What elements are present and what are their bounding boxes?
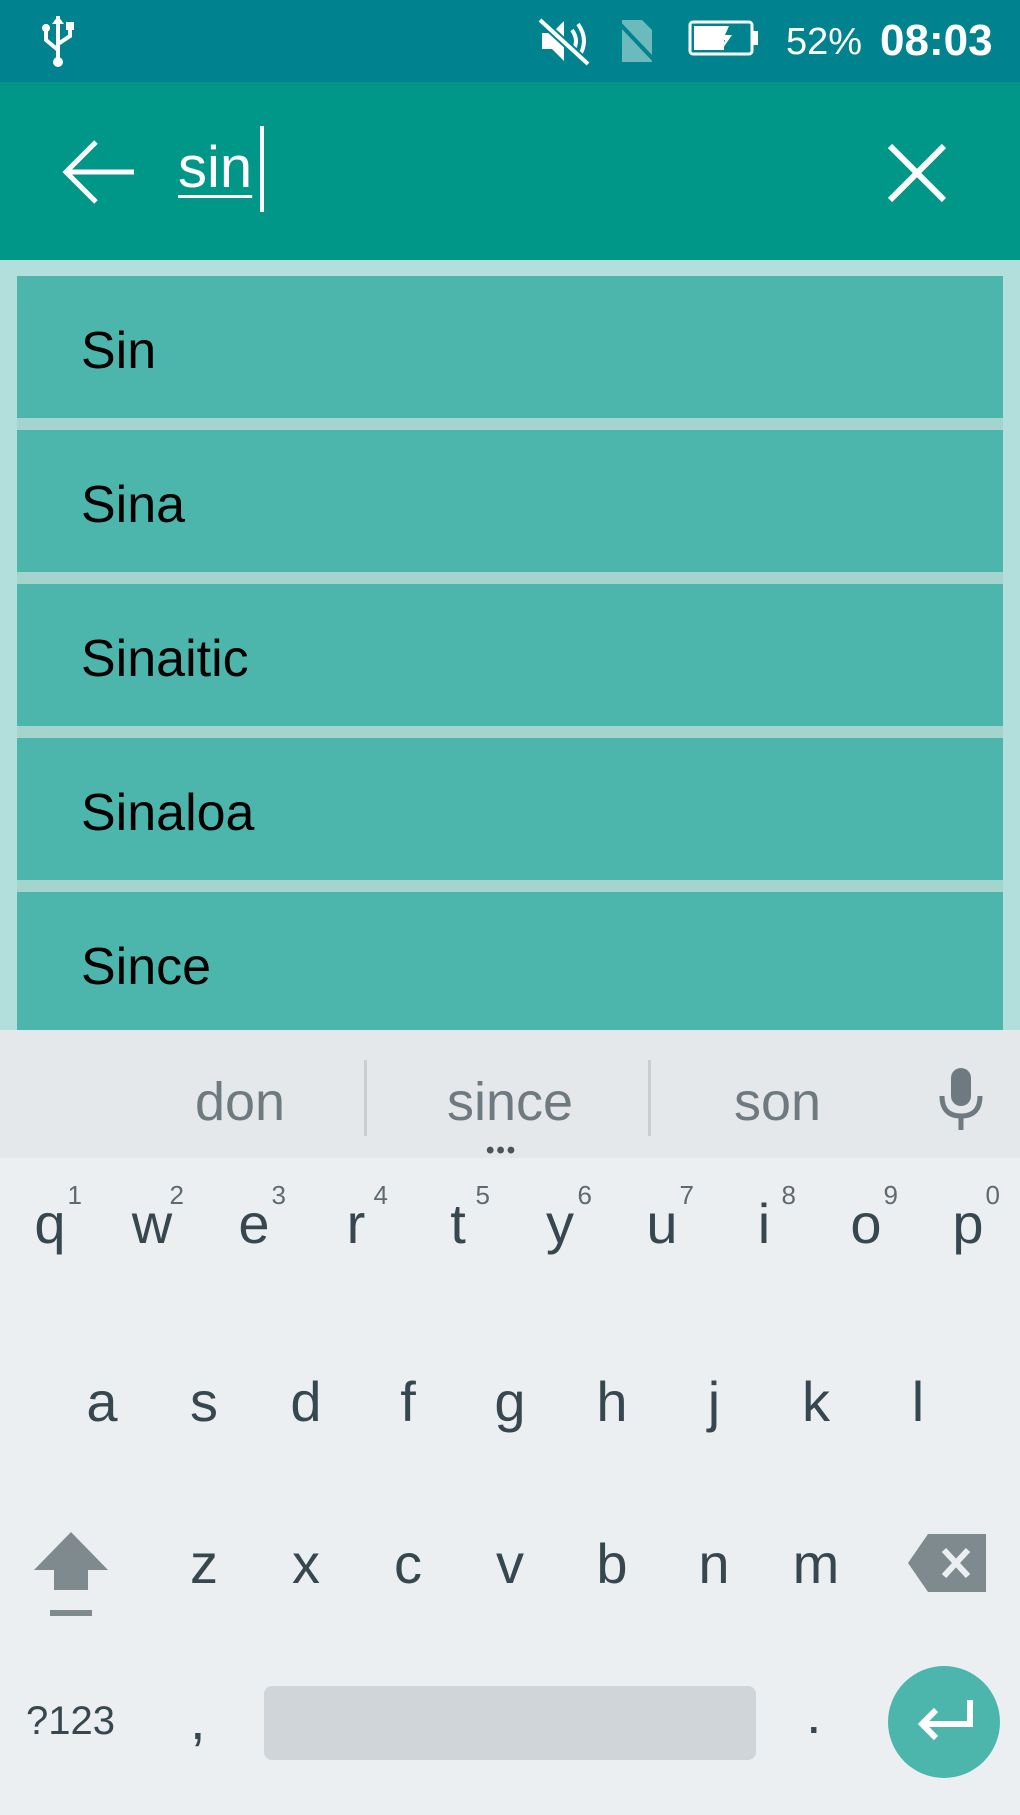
enter-key[interactable]	[888, 1666, 1000, 1778]
clock: 08:03	[880, 16, 993, 65]
usb-icon	[42, 16, 74, 67]
suggestion-word[interactable]: since	[410, 1070, 610, 1134]
list-item[interactable]: Sin	[17, 276, 1003, 418]
key-t[interactable]: 5t	[408, 1180, 508, 1330]
no-sim-icon	[616, 20, 656, 62]
divider	[17, 880, 1003, 892]
key-y[interactable]: 6y	[510, 1180, 610, 1330]
key-f[interactable]: f	[358, 1370, 458, 1520]
key-x[interactable]: x	[256, 1532, 356, 1682]
key-q[interactable]: 1q	[0, 1180, 100, 1330]
mic-icon[interactable]	[936, 1066, 986, 1132]
search-toolbar: sin	[0, 82, 1020, 260]
key-k[interactable]: k	[766, 1370, 866, 1520]
close-icon[interactable]	[878, 134, 956, 212]
key-o[interactable]: 9o	[816, 1180, 916, 1330]
list-item[interactable]: Sina	[17, 430, 1003, 572]
key-e[interactable]: 3e	[204, 1180, 304, 1330]
list-item-label: Sin	[81, 322, 157, 380]
text-cursor	[260, 126, 264, 212]
backspace-icon[interactable]	[906, 1530, 990, 1596]
key-i[interactable]: 8i	[714, 1180, 814, 1330]
comma-key[interactable]: ,	[190, 1690, 206, 1750]
suggestion-word[interactable]: son	[690, 1070, 865, 1134]
shift-icon[interactable]	[28, 1526, 114, 1622]
battery-charging-icon	[688, 20, 758, 56]
list-item[interactable]: Sinaitic	[17, 584, 1003, 726]
divider	[17, 572, 1003, 584]
key-z[interactable]: z	[154, 1532, 254, 1682]
list-item[interactable]: Since	[17, 892, 1003, 1030]
key-b[interactable]: b	[562, 1532, 662, 1682]
soft-keyboard: don since ••• son 1q 2w 3e 4r 5t 6y 7u 8…	[0, 1030, 1020, 1815]
key-j[interactable]: j	[664, 1370, 764, 1520]
list-item-label: Since	[81, 938, 212, 996]
enter-icon	[917, 1700, 973, 1741]
key-u[interactable]: 7u	[612, 1180, 712, 1330]
status-bar: 52% 08:03	[0, 0, 1020, 82]
key-p[interactable]: 0p	[918, 1180, 1018, 1330]
key-d[interactable]: d	[256, 1370, 356, 1520]
search-input[interactable]: sin	[178, 132, 252, 204]
divider	[648, 1060, 651, 1136]
key-c[interactable]: c	[358, 1532, 458, 1682]
key-v[interactable]: v	[460, 1532, 560, 1682]
list-item-label: Sina	[81, 476, 186, 534]
key-a[interactable]: a	[52, 1370, 152, 1520]
list-item-label: Sinaitic	[81, 630, 249, 688]
battery-percent: 52%	[786, 21, 863, 63]
suggestion-list: Sin Sina Sinaitic Sinaloa Since	[0, 260, 1020, 1030]
key-s[interactable]: s	[154, 1370, 254, 1520]
key-g[interactable]: g	[460, 1370, 560, 1520]
divider	[364, 1060, 367, 1136]
key-n[interactable]: n	[664, 1532, 764, 1682]
mute-icon	[537, 17, 591, 66]
back-arrow-icon[interactable]	[58, 130, 142, 214]
suggestion-word[interactable]: don	[150, 1070, 330, 1134]
period-key[interactable]: .	[806, 1684, 822, 1744]
divider	[17, 418, 1003, 430]
list-item[interactable]: Sinaloa	[17, 738, 1003, 880]
more-suggestions-icon: •••	[486, 1137, 518, 1164]
space-bar[interactable]	[264, 1686, 756, 1760]
symbols-key[interactable]: ?123	[26, 1696, 115, 1746]
key-w[interactable]: 2w	[102, 1180, 202, 1330]
key-h[interactable]: h	[562, 1370, 662, 1520]
suggestion-strip: don since ••• son	[0, 1030, 1020, 1164]
key-l[interactable]: l	[868, 1370, 968, 1520]
list-item-label: Sinaloa	[81, 784, 255, 842]
key-m[interactable]: m	[766, 1532, 866, 1682]
divider	[17, 726, 1003, 738]
key-r[interactable]: 4r	[306, 1180, 406, 1330]
